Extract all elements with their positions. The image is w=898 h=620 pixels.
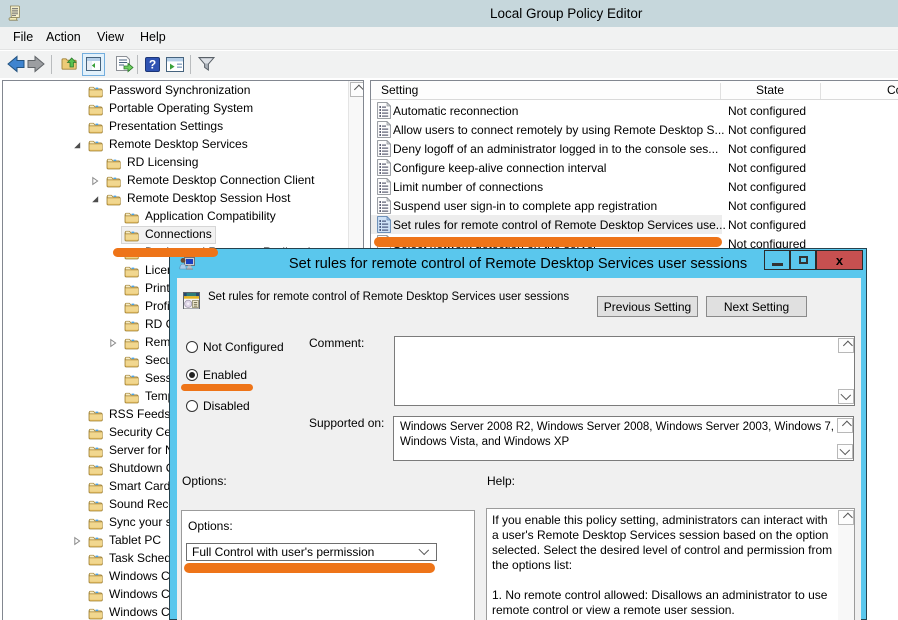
svg-text:?: ? bbox=[149, 58, 156, 72]
